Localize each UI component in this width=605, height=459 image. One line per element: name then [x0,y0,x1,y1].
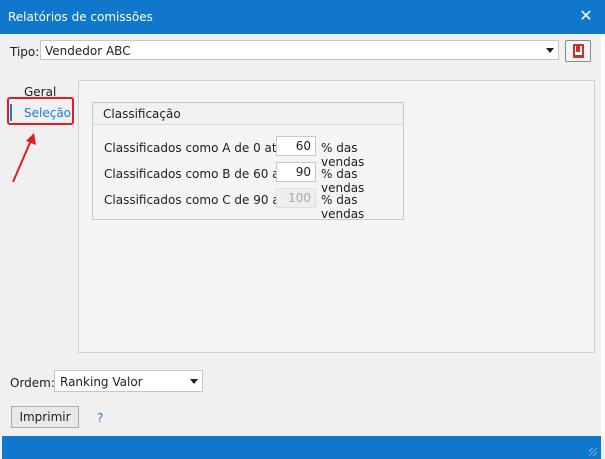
row-b-suffix: % das vendas [321,167,365,195]
imprimir-button[interactable]: Imprimir [11,406,79,428]
book-icon [573,44,584,58]
row-c-label: Classificados como C de 90 até [104,193,292,207]
dialog-body: Tipo: Vendedor ABC Geral Seleção Classif… [2,34,601,436]
row-a-suffix: % das vendas [321,141,365,169]
ordem-select-value: Ranking Valor [60,375,143,389]
row-a-label: Classificados como A de 0 até [104,141,284,155]
window-title: Relatórios de comissões [8,10,153,24]
chevron-down-icon [190,379,198,384]
annotation-arrow-icon [12,133,36,183]
active-indicator [10,104,12,121]
title-bar: Relatórios de comissões ✕ [0,0,605,34]
tipo-select-value: Vendedor ABC [45,44,131,58]
row-b-input[interactable]: 90 [276,162,316,182]
row-b-label: Classificados como B de 60 até [104,167,292,181]
group-title: Classificação [103,107,181,121]
chevron-down-icon [546,48,554,53]
row-a-input[interactable]: 60 [276,136,316,156]
book-button[interactable] [565,40,591,62]
classificacao-group: Classificação Classificados como A de 0 … [92,102,404,221]
ordem-select[interactable]: Ranking Valor [54,370,203,392]
nav-item-selecao[interactable]: Seleção [24,106,71,120]
ordem-label: Ordem: [10,376,55,390]
background-window-edge [601,34,605,436]
row-c-input: 100 [276,188,316,208]
tipo-label: Tipo: [10,45,40,59]
status-bar [2,436,601,459]
group-header: Classificação [93,103,403,125]
close-icon[interactable]: ✕ [575,5,597,27]
tipo-select[interactable]: Vendedor ABC [40,40,559,60]
resize-grip-icon[interactable] [589,448,597,456]
help-link[interactable]: ? [97,411,103,425]
row-c-suffix: % das vendas [321,193,365,221]
